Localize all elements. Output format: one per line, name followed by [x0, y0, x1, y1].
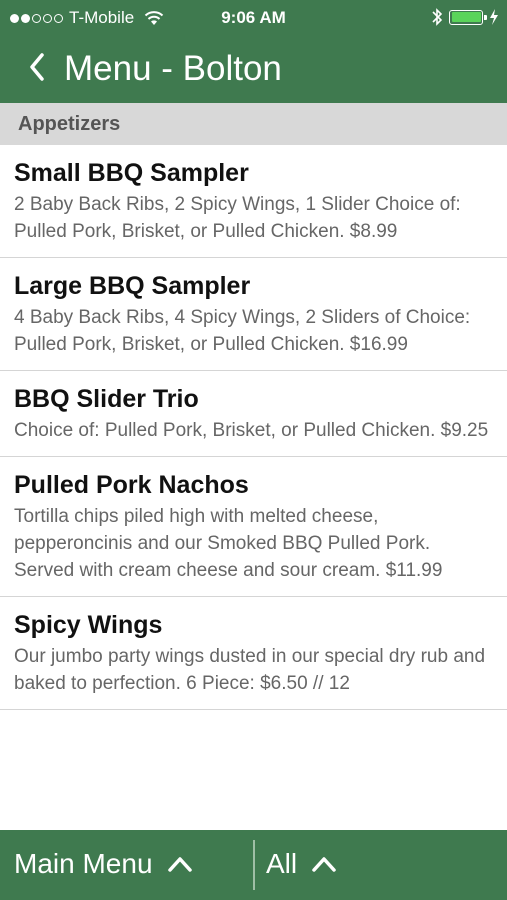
item-description: Choice of: Pulled Pork, Brisket, or Pull… — [14, 420, 489, 441]
bluetooth-icon — [432, 8, 443, 26]
navigation-bar: Menu - Bolton — [0, 36, 507, 103]
charging-bolt-icon — [490, 9, 498, 25]
status-bar: T-Mobile 9:06 AM — [0, 0, 507, 36]
item-title: Large BBQ Sampler — [14, 272, 251, 300]
list-item[interactable]: Pulled Pork Nachos Tortilla chips piled … — [0, 457, 507, 597]
page-title: Menu - Bolton — [64, 49, 282, 88]
status-right — [431, 7, 499, 27]
item-title: BBQ Slider Trio — [14, 385, 199, 413]
item-description: Our jumbo party wings dusted in our spec… — [14, 646, 486, 694]
chevron-left-icon — [30, 53, 44, 81]
list-item[interactable]: Large BBQ Sampler 4 Baby Back Ribs, 4 Sp… — [0, 258, 507, 371]
chevron-up-icon — [167, 857, 192, 872]
item-description: 2 Baby Back Ribs, 2 Spicy Wings, 1 Slide… — [14, 194, 461, 242]
list-item[interactable]: Spicy Wings Our jumbo party wings dusted… — [0, 597, 507, 710]
all-filter-label: All — [266, 848, 298, 879]
tab-divider — [253, 840, 255, 890]
main-menu-label: Main Menu — [14, 848, 153, 879]
item-title: Spicy Wings — [14, 611, 163, 639]
battery-icon — [449, 9, 487, 25]
list-item[interactable]: BBQ Slider Trio Choice of: Pulled Pork, … — [0, 371, 507, 457]
list-item[interactable]: Small BBQ Sampler 2 Baby Back Ribs, 2 Sp… — [0, 145, 507, 258]
item-description: Tortilla chips piled high with melted ch… — [14, 506, 443, 581]
all-filter-button[interactable]: All — [266, 848, 337, 880]
bottom-tab-bar: Main Menu All — [0, 830, 507, 900]
section-title: Appetizers — [18, 113, 121, 135]
section-header-appetizers: Appetizers — [0, 103, 507, 145]
back-button[interactable] — [28, 44, 46, 93]
item-title: Small BBQ Sampler — [14, 159, 249, 187]
item-title: Pulled Pork Nachos — [14, 471, 249, 499]
main-menu-button[interactable]: Main Menu — [14, 848, 193, 880]
chevron-up-icon — [312, 857, 336, 872]
menu-item-list[interactable]: Small BBQ Sampler 2 Baby Back Ribs, 2 Sp… — [0, 145, 507, 830]
item-description: 4 Baby Back Ribs, 4 Spicy Wings, 2 Slide… — [14, 307, 471, 355]
